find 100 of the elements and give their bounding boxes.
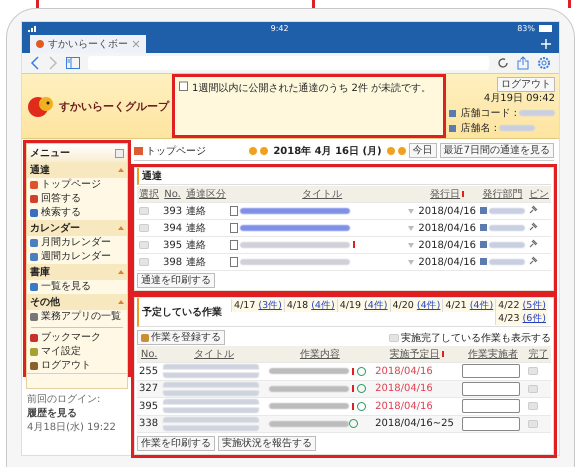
chevron-up-icon[interactable] <box>118 300 124 304</box>
filter-icon <box>408 208 414 214</box>
table-cell: 連絡 <box>184 236 228 254</box>
new-tab-icon[interactable] <box>541 39 551 49</box>
logo-text: すかいらーくグループ <box>59 98 169 114</box>
day-link[interactable]: 4/23 (6件) <box>495 312 548 325</box>
back-icon[interactable] <box>30 56 40 70</box>
section-title: 書庫 <box>30 265 50 279</box>
menu-item[interactable]: 一覧を見る <box>27 280 127 294</box>
status-time: 9:42 <box>270 24 289 33</box>
chevron-up-icon[interactable] <box>118 270 124 274</box>
column-header[interactable]: ピン <box>527 186 551 202</box>
task-action-button[interactable]: 実施状況を報告する <box>218 436 316 451</box>
menu-title: メニュー <box>30 147 70 160</box>
done-checkbox[interactable] <box>528 367 538 376</box>
current-date: 2018年 4月 16日 (月) <box>273 144 382 158</box>
column-header[interactable]: 発行部門 <box>478 186 527 202</box>
column-header[interactable]: 作業内容 <box>266 346 374 362</box>
chevron-up-icon[interactable] <box>118 168 124 172</box>
blurred-link[interactable] <box>163 416 260 431</box>
tab-title: すかいらーくボー <box>48 38 128 51</box>
sidebar-toggle-icon[interactable] <box>66 57 80 69</box>
task-action-button[interactable]: 作業を印刷する <box>137 436 215 451</box>
pin-icon[interactable] <box>529 239 538 248</box>
logout-button[interactable]: ログアウト <box>497 77 555 92</box>
menu-item[interactable]: トップページ <box>27 178 127 192</box>
register-task-button[interactable]: 作業を登録する <box>137 330 225 345</box>
section-title: 通達 <box>30 164 50 177</box>
column-header[interactable]: 実施予定日 <box>373 346 460 362</box>
assignee-field[interactable] <box>462 399 520 413</box>
pin-icon[interactable] <box>529 256 538 265</box>
menu-item[interactable]: 業務アプリの一覧 <box>27 310 127 324</box>
chevron-up-icon[interactable] <box>118 226 124 230</box>
done-checkbox[interactable] <box>528 384 538 393</box>
row-checkbox[interactable] <box>139 224 149 232</box>
table-cell: 2018/04/16 <box>373 398 460 415</box>
nav-button[interactable]: 最近7日間の通達を見る <box>440 143 554 158</box>
browser-tab[interactable]: すかいらーくボー <box>30 35 146 53</box>
favicon-icon <box>36 40 44 48</box>
note-icon <box>230 222 238 233</box>
column-header[interactable]: No. <box>137 346 162 362</box>
blurred-link[interactable] <box>163 364 260 378</box>
filter-icon <box>408 226 414 230</box>
checkbox[interactable] <box>389 334 399 342</box>
day-link[interactable]: 4/22 (5件) <box>495 299 548 312</box>
menu-item[interactable]: ログアウト <box>27 359 127 373</box>
row-checkbox[interactable] <box>139 240 149 249</box>
panel-title: 通達 <box>142 171 162 182</box>
blurred-link[interactable] <box>240 208 350 214</box>
table-cell: 338 <box>137 415 162 432</box>
day-link[interactable]: 4/18 (4件) <box>284 299 337 312</box>
blurred-text <box>489 224 525 231</box>
assignee-field[interactable] <box>462 382 520 396</box>
history-link[interactable]: 履歴を見る <box>27 406 77 420</box>
column-header[interactable]: 発行日 <box>416 186 478 202</box>
column-header[interactable]: 作業実施者 <box>460 346 526 362</box>
close-icon[interactable] <box>132 40 140 48</box>
column-header[interactable]: 完了 <box>526 346 551 362</box>
day-link[interactable]: 4/20 (4件) <box>390 299 442 312</box>
column-header[interactable]: タイトル <box>161 346 267 362</box>
menu-item[interactable]: 月間カレンダー <box>27 236 127 250</box>
share-icon[interactable] <box>517 56 529 70</box>
menu-item[interactable]: 回答する <box>27 192 127 206</box>
page-title: トップページ <box>146 144 206 158</box>
menu-item[interactable]: ブックマーク <box>27 331 127 345</box>
table-cell: 連絡 <box>184 254 228 270</box>
day-link[interactable]: 4/21 (4件) <box>442 299 496 312</box>
pin-icon[interactable] <box>529 222 538 231</box>
column-header[interactable]: No. <box>161 186 184 202</box>
table-cell: 連絡 <box>184 220 228 236</box>
blurred-link[interactable] <box>163 399 260 414</box>
reload-icon[interactable] <box>497 57 509 69</box>
print-button[interactable]: 通達を印刷する <box>137 273 215 288</box>
column-header[interactable]: 選択 <box>137 186 161 202</box>
column-header[interactable]: 通達区分 <box>184 186 228 202</box>
assignee-field[interactable] <box>462 364 520 378</box>
menu-item[interactable]: マイ設定 <box>27 345 127 359</box>
settings-icon[interactable] <box>537 56 551 70</box>
table-cell: 394 <box>161 220 184 236</box>
assignee-field[interactable] <box>462 416 520 430</box>
row-checkbox[interactable] <box>139 258 149 266</box>
table-cell: 2018/04/16~25 <box>373 415 460 432</box>
day-link[interactable]: 4/17 (3件) <box>231 299 284 312</box>
pin-icon[interactable] <box>529 205 538 214</box>
column-header[interactable]: タイトル <box>228 186 416 202</box>
blurred-link[interactable] <box>163 382 260 396</box>
day-link[interactable]: 4/19 (4件) <box>336 299 390 312</box>
done-checkbox[interactable] <box>528 420 538 428</box>
menu-item[interactable]: 検索する <box>27 206 127 220</box>
blurred-link[interactable] <box>240 258 350 265</box>
nav-button[interactable]: 今日 <box>408 143 437 158</box>
check-circle-icon <box>356 384 366 394</box>
show-done-checkbox[interactable]: 実施完了している作業も表示する <box>389 330 551 344</box>
forward-icon[interactable] <box>48 56 58 70</box>
blurred-link[interactable] <box>240 242 350 248</box>
current-datetime: 4月19日 09:42 <box>484 92 555 105</box>
done-checkbox[interactable] <box>528 402 538 410</box>
menu-item[interactable]: 週間カレンダー <box>27 250 127 264</box>
row-checkbox[interactable] <box>139 206 149 215</box>
blurred-link[interactable] <box>240 224 350 231</box>
